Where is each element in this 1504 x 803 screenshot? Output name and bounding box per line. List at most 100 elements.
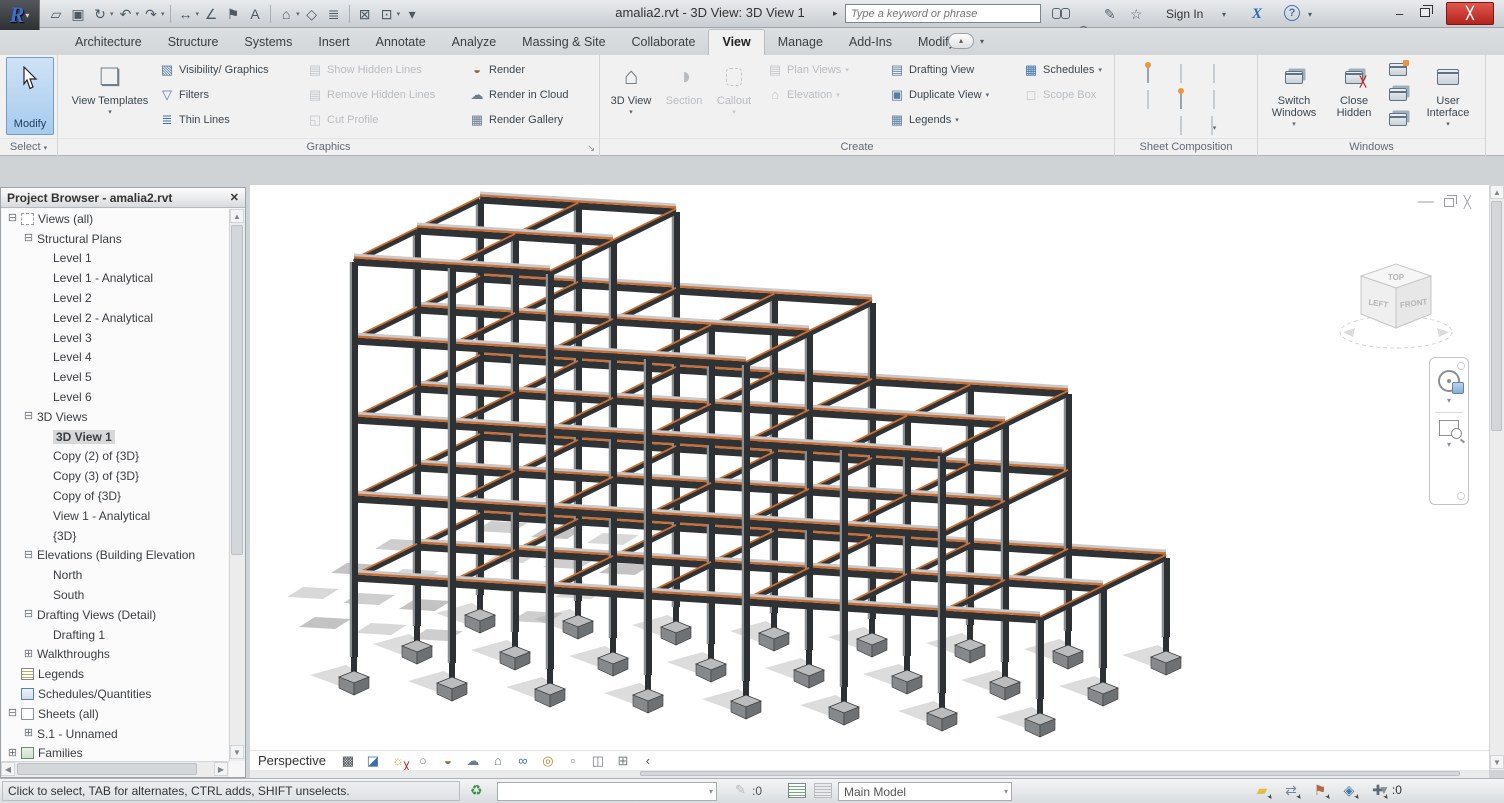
callout-button[interactable]: Callout ▾ bbox=[710, 57, 758, 136]
collapse-icon[interactable]: ‹ bbox=[639, 753, 657, 769]
select-panel-label[interactable]: Select ▾ bbox=[0, 138, 57, 156]
sign-in-caret-icon[interactable]: ▾ bbox=[1222, 5, 1226, 23]
section-button[interactable]: ◑ Section bbox=[660, 57, 708, 136]
tree-item-sheets-all[interactable]: ⊟Sheets (all) bbox=[2, 704, 228, 724]
steering-wheel-icon[interactable] bbox=[1438, 370, 1460, 392]
view-minimize-icon[interactable]: — bbox=[1418, 193, 1434, 211]
tree-item-view-1-analytical[interactable]: View 1 - Analytical bbox=[2, 506, 228, 526]
design-options-icon[interactable] bbox=[788, 783, 806, 798]
window-restore-button[interactable] bbox=[1420, 8, 1430, 17]
worksets-icon[interactable]: ♻ bbox=[470, 782, 483, 799]
tree-item-3d-view-1[interactable]: 3D View 1 bbox=[2, 427, 228, 447]
tab-collaborate[interactable]: Collaborate bbox=[619, 30, 709, 55]
wheel-caret-icon[interactable]: ▾ bbox=[1447, 396, 1451, 405]
graphics-dialog-launcher-icon[interactable]: ↘ bbox=[587, 143, 595, 154]
ribbon-schedules-button[interactable]: ▦Schedules▾ bbox=[1020, 57, 1105, 82]
tree-item-level-1[interactable]: Level 1 bbox=[2, 249, 228, 269]
canvas-scroll-up-icon[interactable]: ▲ bbox=[1490, 185, 1504, 199]
qat-thin-lines-icon[interactable]: ≣ bbox=[324, 4, 344, 24]
switch-windows-button[interactable]: Switch Windows ▾ bbox=[1264, 57, 1324, 136]
tree-expander-icon[interactable]: ⊟ bbox=[23, 411, 34, 422]
tree-expander-icon[interactable]: ⊞ bbox=[23, 649, 34, 660]
tab-massing-site[interactable]: Massing & Site bbox=[509, 30, 618, 55]
ribbon-cascade-windows-button[interactable] bbox=[1386, 107, 1412, 132]
ribbon-render-gallery-button[interactable]: ▦Render Gallery bbox=[466, 107, 572, 132]
ribbon-viewports-button[interactable]: ▾ bbox=[1211, 117, 1217, 135]
ribbon-cut-profile-button[interactable]: ◱Cut Profile bbox=[304, 107, 438, 132]
tree-item-structural-plans[interactable]: ⊟Structural Plans bbox=[2, 229, 228, 249]
qat-redo-icon[interactable]: ↷ bbox=[141, 4, 161, 24]
ribbon-new-sheet-button[interactable] bbox=[1147, 65, 1149, 83]
browser-scroll-right-icon[interactable]: ▶ bbox=[214, 762, 228, 776]
detail-level-icon[interactable]: ▩ bbox=[339, 753, 357, 769]
tree-item-drafting-views-detail[interactable]: ⊟Drafting Views (Detail) bbox=[2, 605, 228, 625]
windows-panel-label[interactable]: Windows bbox=[1258, 138, 1485, 156]
tree-item-level-4[interactable]: Level 4 bbox=[2, 348, 228, 368]
ribbon-show-hidden-lines-button[interactable]: ▤Show Hidden Lines bbox=[304, 57, 438, 82]
analytical-model-icon[interactable]: ◫ bbox=[589, 753, 607, 769]
qat-text-icon[interactable]: A bbox=[245, 4, 265, 24]
tree-item-level-2-analytical[interactable]: Level 2 - Analytical bbox=[2, 308, 228, 328]
tree-item-level-3[interactable]: Level 3 bbox=[2, 328, 228, 348]
canvas-scroll-down-icon[interactable]: ▼ bbox=[1490, 755, 1504, 769]
favorites-star-icon[interactable]: ☆ bbox=[1130, 5, 1143, 23]
ribbon-render-in-cloud-button[interactable]: ☁Render in Cloud bbox=[466, 82, 572, 107]
window-minimize-button[interactable]: – bbox=[1396, 6, 1403, 21]
help-icon[interactable]: ? bbox=[1284, 5, 1300, 21]
ribbon-duplicate-view-button[interactable]: ▣Duplicate View▾ bbox=[886, 82, 992, 107]
tree-item-schedules-quantities[interactable]: Schedules/Quantities bbox=[2, 684, 228, 704]
view-close-icon[interactable]: ╳ bbox=[1464, 195, 1471, 209]
browser-horizontal-scrollbar[interactable]: ◀ ▶ bbox=[1, 761, 229, 777]
ribbon-tab-views-button[interactable] bbox=[1386, 57, 1412, 82]
ribbon-plan-views-button[interactable]: ▤Plan Views▾ bbox=[764, 57, 852, 82]
sheet-composition-panel-label[interactable]: Sheet Composition bbox=[1115, 138, 1257, 156]
browser-scroll-down-icon[interactable]: ▼ bbox=[230, 745, 244, 759]
active-workset-select[interactable]: ▾ bbox=[497, 782, 717, 801]
tree-expander-icon[interactable]: ⊟ bbox=[7, 708, 18, 719]
browser-scroll-left-icon[interactable]: ◀ bbox=[1, 762, 15, 776]
sun-path-icon[interactable]: ☼╳ bbox=[389, 753, 407, 769]
render-dialog-icon[interactable]: ◒ bbox=[439, 753, 457, 769]
qat-switch-windows-caret-icon[interactable]: ▾ bbox=[397, 10, 401, 18]
communication-center-icon[interactable]: ✎ bbox=[1104, 5, 1116, 23]
create-panel-label[interactable]: Create bbox=[600, 138, 1114, 156]
project-browser-close-icon[interactable]: ✕ bbox=[230, 191, 239, 204]
tree-expander-icon[interactable]: ⊟ bbox=[7, 213, 18, 224]
canvas-hscroll-thumb[interactable] bbox=[640, 771, 1460, 776]
view-cube[interactable]: TOP LEFT FRONT bbox=[1331, 240, 1461, 370]
qat-section-icon[interactable]: ◇ bbox=[302, 4, 322, 24]
ribbon-legends-button[interactable]: ▦Legends▾ bbox=[886, 107, 992, 132]
tree-item-copy-3-of-3d[interactable]: Copy (3) of {3D} bbox=[2, 466, 228, 486]
tree-item-drafting-1[interactable]: Drafting 1 bbox=[2, 625, 228, 645]
tab-systems[interactable]: Systems bbox=[231, 30, 305, 55]
tab-view[interactable]: View bbox=[708, 29, 764, 55]
selection-filter-icon[interactable]: ▼ bbox=[1378, 783, 1390, 797]
qat-undo-icon[interactable]: ↶ bbox=[116, 4, 136, 24]
tab-architecture[interactable]: Architecture bbox=[62, 30, 155, 55]
tree-item-south[interactable]: South bbox=[2, 585, 228, 605]
tree-item-3d-views[interactable]: ⊟3D Views bbox=[2, 407, 228, 427]
search-input[interactable] bbox=[845, 4, 1041, 23]
view-templates-button[interactable]: ❏ View Templates ▾ bbox=[70, 57, 150, 136]
qat-measure-icon[interactable]: ↔ bbox=[176, 4, 196, 24]
reveal-hidden-elements-icon[interactable]: ◎ bbox=[539, 753, 557, 769]
tree-expander-icon[interactable]: ⊞ bbox=[23, 728, 34, 739]
sign-in-button[interactable]: Sign In bbox=[1166, 7, 1203, 21]
drawing-area[interactable]: — ╳ TOP LEFT FRONT ▾ ▾ bbox=[250, 185, 1489, 750]
qat-switch-windows-icon[interactable]: ⊡ bbox=[377, 4, 397, 24]
active-design-option-select[interactable]: Main Model▾ bbox=[838, 782, 1012, 801]
ribbon-tile-windows-button[interactable] bbox=[1386, 82, 1412, 107]
project-browser-header[interactable]: Project Browser - amalia2.rvt ✕ bbox=[1, 188, 245, 208]
qat-undo-caret-icon[interactable]: ▾ bbox=[136, 10, 140, 18]
tree-item-3d[interactable]: {3D} bbox=[2, 526, 228, 546]
tree-expander-icon[interactable]: ⊟ bbox=[23, 609, 34, 620]
user-interface-button[interactable]: User Interface ▾ bbox=[1416, 57, 1480, 136]
modify-button[interactable]: Modify bbox=[6, 57, 54, 135]
shadows-icon[interactable]: ○ bbox=[414, 753, 432, 769]
qat-close-hidden-windows-icon[interactable]: ⊠ bbox=[355, 4, 375, 24]
search-icon[interactable] bbox=[1052, 5, 1070, 23]
select-underlay-elements-toggle[interactable]: ⇄ bbox=[1281, 781, 1301, 800]
browser-vertical-scrollbar[interactable]: ▲ ▼ bbox=[229, 209, 245, 761]
infocenter-collapse-icon[interactable]: ▸ bbox=[833, 8, 838, 19]
tree-item-level-1-analytical[interactable]: Level 1 - Analytical bbox=[2, 268, 228, 288]
